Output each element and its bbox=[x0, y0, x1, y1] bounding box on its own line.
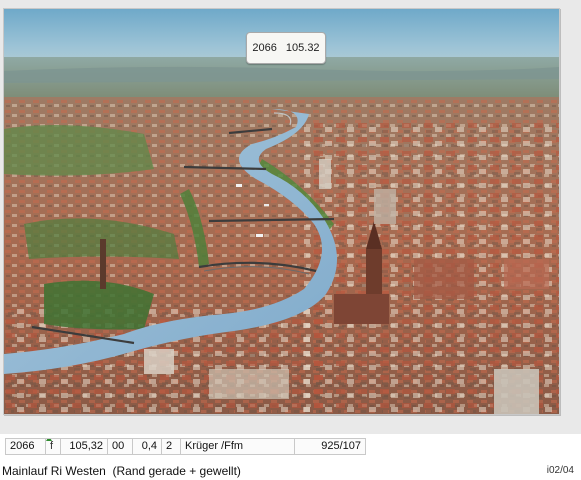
record-reference: 925/107 bbox=[294, 438, 366, 455]
caption-code: i02/04 bbox=[546, 465, 574, 476]
record-col-2: 2 bbox=[161, 438, 180, 455]
postcard-photo: 2066 105.32 bbox=[3, 8, 560, 415]
record-col-04: 0,4 bbox=[132, 438, 161, 455]
record-price: 105,32 bbox=[60, 438, 107, 455]
green-marker-icon bbox=[46, 439, 52, 441]
record-flag: f bbox=[45, 438, 60, 455]
catalog-record-row: 2066 f 105,32 00 0,4 2 Krüger /Ffm 925/1… bbox=[5, 438, 366, 455]
record-col-00: 00 bbox=[107, 438, 132, 455]
sticker-number: 2066 bbox=[252, 42, 277, 54]
caption-title: Mainlauf Ri Westen (Rand gerade + gewell… bbox=[2, 464, 241, 478]
record-flag-text: f bbox=[50, 440, 54, 452]
record-id: 2066 bbox=[5, 438, 45, 455]
record-publisher: Krüger /Ffm bbox=[180, 438, 294, 455]
price-sticker: 2066 105.32 bbox=[246, 32, 326, 64]
caption-row: Mainlauf Ri Westen (Rand gerade + gewell… bbox=[2, 462, 579, 480]
sticker-price: 105.32 bbox=[285, 42, 320, 54]
aerial-city-view bbox=[4, 9, 559, 414]
